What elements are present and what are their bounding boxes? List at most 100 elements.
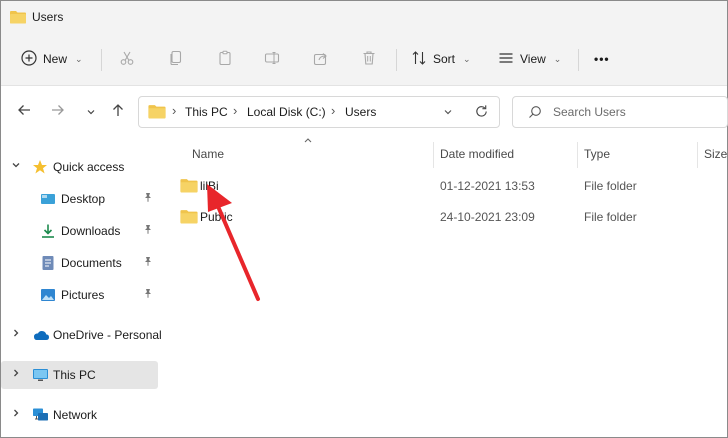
paste-button[interactable] — [211, 46, 239, 72]
sidebar-item-label: Quick access — [53, 160, 125, 174]
chevron-down-icon — [443, 106, 453, 120]
column-divider[interactable] — [433, 142, 434, 168]
sort-ascending-icon — [303, 136, 313, 147]
more-options-button[interactable]: ••• — [594, 46, 610, 72]
sidebar-item-label: This PC — [53, 368, 96, 382]
search-input[interactable]: Search Users — [512, 96, 728, 128]
cut-button[interactable] — [113, 46, 141, 72]
delete-button[interactable] — [355, 46, 383, 72]
search-icon — [528, 105, 542, 122]
copy-button[interactable] — [162, 46, 190, 72]
pin-icon — [143, 224, 153, 237]
breadcrumb-local-disk[interactable]: Local Disk (C:) — [247, 105, 326, 119]
breadcrumb-users[interactable]: Users — [345, 105, 376, 119]
table-row[interactable]: lilBi 01-12-2021 13:53 File folder — [172, 172, 728, 200]
command-bar: New ⌄ Sort ⌄ View ⌄ ••• — [1, 33, 727, 86]
file-date: 01-12-2021 13:53 — [440, 179, 535, 193]
column-divider[interactable] — [697, 142, 698, 168]
chevron-right-icon — [11, 328, 21, 341]
pin-icon — [143, 192, 153, 205]
sidebar-item-label: Network — [53, 408, 98, 422]
address-bar[interactable]: › This PC › Local Disk (C:) › Users — [138, 96, 500, 128]
refresh-button[interactable] — [474, 104, 489, 122]
title-bar: Users — [1, 1, 727, 33]
scissors-icon — [119, 50, 135, 69]
new-button[interactable]: New ⌄ — [21, 46, 83, 72]
list-view-icon — [498, 50, 514, 69]
sidebar-item-quick-access[interactable]: Quick access — [1, 153, 158, 181]
folder-icon — [180, 178, 198, 196]
pin-icon — [143, 288, 153, 301]
sidebar-item-documents[interactable]: Documents — [1, 249, 158, 277]
column-divider[interactable] — [577, 142, 578, 168]
address-history-button[interactable] — [443, 106, 453, 120]
plus-circle-icon — [21, 49, 37, 69]
rename-button[interactable] — [258, 46, 286, 72]
chevron-down-icon — [11, 160, 21, 173]
sort-label: Sort — [433, 52, 456, 66]
column-header-date-modified[interactable]: Date modified — [440, 147, 514, 175]
sidebar-item-onedrive[interactable]: OneDrive - Personal — [1, 321, 162, 349]
rename-icon — [264, 50, 280, 69]
clipboard-icon — [217, 50, 233, 69]
navigation-pane: Quick access Desktop Downloads Documents… — [0, 140, 162, 438]
arrow-right-icon — [51, 103, 65, 121]
sidebar-item-this-pc[interactable]: This PC — [1, 361, 158, 389]
sidebar-item-desktop[interactable]: Desktop — [1, 185, 158, 213]
view-button[interactable]: View ⌄ — [498, 46, 561, 72]
folder-icon — [10, 10, 26, 27]
recent-locations-button[interactable] — [79, 98, 103, 126]
column-header-size[interactable]: Size — [704, 147, 727, 175]
sidebar-item-network[interactable]: Network — [1, 401, 158, 429]
column-header-type[interactable]: Type — [584, 147, 610, 175]
chevron-right-icon: › — [172, 103, 177, 118]
column-header-name[interactable]: Name — [192, 147, 224, 175]
sidebar-item-downloads[interactable]: Downloads — [1, 217, 158, 245]
file-name: lilBi — [200, 179, 219, 193]
chevron-right-icon — [11, 368, 21, 381]
new-label: New — [43, 52, 68, 66]
more-icon: ••• — [594, 52, 610, 66]
pin-icon — [143, 256, 153, 269]
share-button[interactable] — [307, 46, 335, 72]
star-icon — [32, 159, 48, 175]
folder-icon — [148, 104, 166, 122]
arrow-left-icon — [17, 103, 31, 121]
folder-icon — [180, 209, 198, 227]
chevron-down-icon: ⌄ — [463, 53, 471, 64]
table-row[interactable]: Public 24-10-2021 23:09 File folder — [172, 203, 728, 231]
chevron-down-icon — [86, 104, 96, 121]
picture-icon — [40, 287, 56, 303]
file-type: File folder — [584, 179, 637, 193]
desktop-icon — [40, 191, 56, 207]
copy-icon — [168, 50, 184, 69]
breadcrumb-this-pc[interactable]: This PC — [185, 105, 228, 119]
share-icon — [313, 50, 329, 69]
chevron-right-icon — [11, 408, 21, 421]
network-icon — [32, 407, 48, 423]
chevron-right-icon: › — [233, 103, 238, 118]
file-date: 24-10-2021 23:09 — [440, 210, 535, 224]
sidebar-item-label: OneDrive - Personal — [53, 328, 162, 342]
view-label: View — [520, 52, 546, 66]
search-placeholder: Search Users — [553, 105, 626, 119]
sort-button[interactable]: Sort ⌄ — [411, 46, 471, 72]
up-button[interactable] — [106, 98, 130, 126]
arrow-up-icon — [111, 103, 125, 121]
computer-icon — [32, 367, 48, 383]
window-title: Users — [32, 10, 64, 24]
sidebar-item-label: Pictures — [61, 288, 105, 302]
sidebar-item-label: Documents — [61, 256, 122, 270]
forward-button[interactable] — [46, 98, 70, 126]
download-icon — [40, 223, 56, 239]
sidebar-item-pictures[interactable]: Pictures — [1, 281, 158, 309]
file-type: File folder — [584, 210, 637, 224]
sort-icon — [411, 50, 427, 69]
divider — [396, 49, 397, 71]
trash-icon — [361, 50, 377, 69]
back-button[interactable] — [12, 98, 36, 126]
chevron-right-icon: › — [331, 103, 336, 118]
sidebar-item-label: Downloads — [61, 224, 121, 238]
divider — [101, 49, 102, 71]
cloud-icon — [32, 327, 49, 343]
